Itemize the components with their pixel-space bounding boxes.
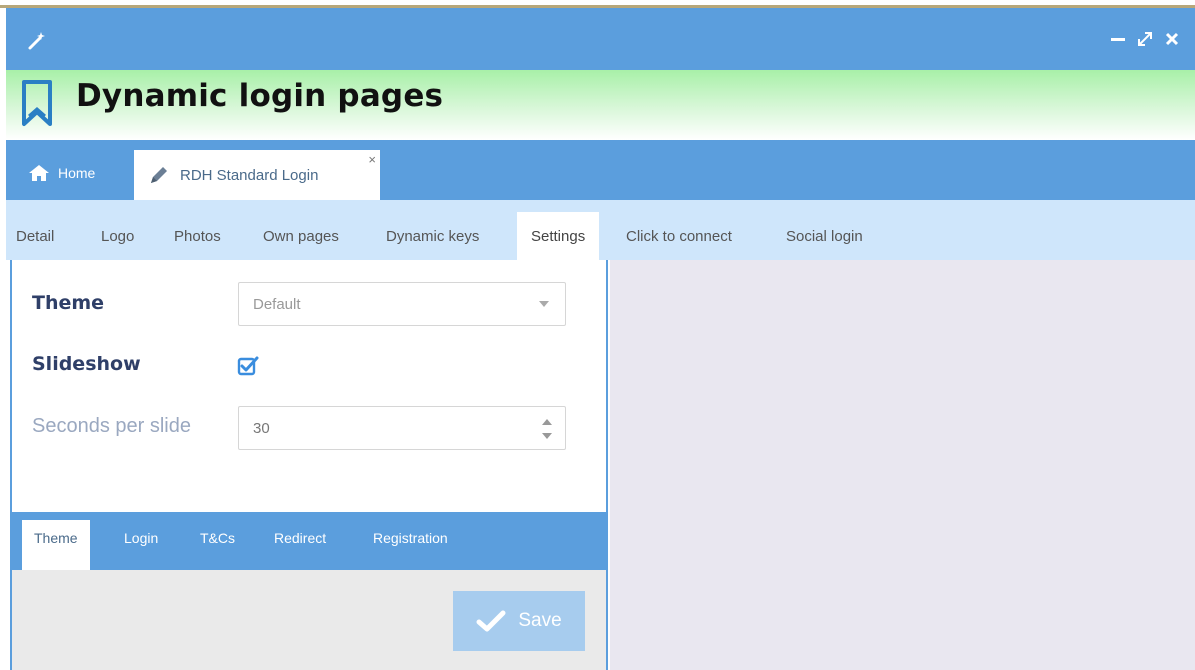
settings-subtabs: Theme Login T&Cs Redirect Registration [12,512,606,570]
theme-label: Theme [32,292,105,314]
theme-select-value: Default [253,295,301,313]
tab-theme[interactable]: Theme [22,520,90,570]
spinner-icon[interactable] [541,416,553,442]
tab-login[interactable]: Login [124,530,158,546]
wand-icon[interactable] [26,30,48,52]
tab-home[interactable]: Home [28,164,95,182]
tab-close-icon[interactable]: × [368,152,376,167]
subtab-click-to-connect[interactable]: Click to connect [626,228,732,245]
check-icon [476,610,506,632]
home-icon [29,165,49,181]
empty-content-area [610,260,1195,670]
maximize-icon[interactable] [1136,30,1154,48]
tab-tcs[interactable]: T&Cs [200,530,235,546]
pencil-icon [151,167,167,183]
minimize-icon[interactable] [1109,30,1127,48]
bookmark-icon [22,80,52,126]
subtab-social-login[interactable]: Social login [786,228,863,245]
window-controls [1109,30,1181,48]
document-tabbar: Home RDH Standard Login × [6,140,1195,200]
slideshow-checkbox[interactable] [236,354,260,378]
tab-home-label: Home [58,165,96,181]
seconds-per-slide-input[interactable]: 30 [238,406,566,450]
tab-rdh-standard-login[interactable]: RDH Standard Login × [134,150,380,200]
page-title: Dynamic login pages [76,78,444,114]
subtab-dynamic-keys[interactable]: Dynamic keys [386,228,479,245]
subtab-own-pages[interactable]: Own pages [263,228,339,245]
save-button[interactable]: Save [453,591,585,651]
panel-footer: Save [12,570,606,670]
chevron-down-icon [539,301,549,307]
subtab-settings[interactable]: Settings [517,212,600,260]
seconds-per-slide-label: Seconds per slide [32,415,191,437]
save-button-label: Save [518,610,562,631]
seconds-value: 30 [253,419,270,437]
section-tabs: Detail Logo Photos Own pages Dynamic key… [6,200,1195,260]
slideshow-label: Slideshow [32,353,141,375]
subtab-detail[interactable]: Detail [16,228,54,245]
tab-redirect[interactable]: Redirect [274,530,326,546]
tab-document-label: RDH Standard Login [180,166,319,184]
tab-registration[interactable]: Registration [373,530,448,546]
page-header: Dynamic login pages [6,70,1195,140]
theme-select[interactable]: Default [238,282,566,326]
window-title-bar [6,8,1195,70]
subtab-logo[interactable]: Logo [101,228,134,245]
close-icon[interactable] [1163,30,1181,48]
subtab-photos[interactable]: Photos [174,228,221,245]
top-border [0,0,1195,8]
slideshow-row: Slideshow [32,353,141,375]
theme-row: Theme [32,292,104,314]
settings-panel: Theme Default Slideshow Seconds per slid… [10,260,608,670]
seconds-row: Seconds per slide [32,415,191,438]
